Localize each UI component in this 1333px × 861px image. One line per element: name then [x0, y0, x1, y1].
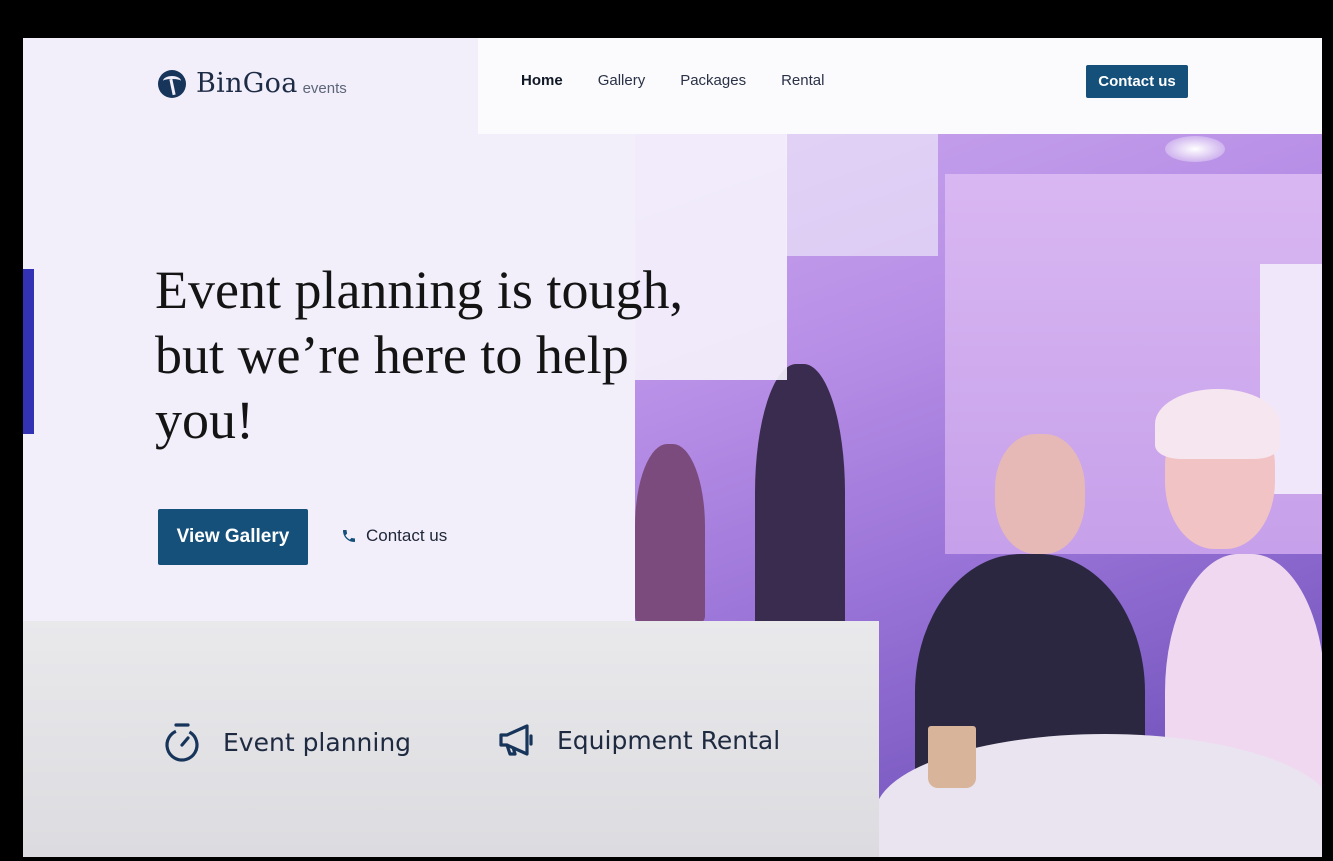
- service-event-planning[interactable]: Event planning: [163, 721, 411, 763]
- brand-logo[interactable]: BinGoa events: [158, 68, 347, 99]
- contact-us-link-label: Contact us: [366, 526, 448, 545]
- megaphone-icon: [497, 721, 535, 759]
- contact-us-link[interactable]: Contact us: [341, 526, 447, 546]
- brand-subtitle: events: [302, 79, 347, 97]
- stopwatch-icon: [163, 721, 201, 763]
- main-nav: Home Gallery Packages Rental: [521, 72, 824, 89]
- accent-bar: [23, 269, 34, 434]
- hero-headline: Event planning is tough, but we’re here …: [155, 258, 755, 453]
- service-equipment-rental[interactable]: Equipment Rental: [497, 721, 780, 759]
- nav-packages[interactable]: Packages: [680, 72, 746, 89]
- services-band: Event planning Equipment Rental: [23, 621, 879, 857]
- brand-name: BinGoa: [196, 68, 298, 99]
- phone-icon: [341, 528, 357, 544]
- service-label: Equipment Rental: [557, 725, 781, 755]
- hero-headline-line: Event planning is tough,: [155, 260, 683, 320]
- nav-rental[interactable]: Rental: [781, 72, 824, 89]
- nav-gallery[interactable]: Gallery: [598, 72, 646, 89]
- overlay-tile: [786, 134, 938, 256]
- hero-headline-line: but we’re here to help: [155, 325, 629, 385]
- contact-us-button[interactable]: Contact us: [1086, 65, 1188, 98]
- service-label: Event planning: [223, 727, 412, 757]
- nav-home[interactable]: Home: [521, 72, 563, 89]
- hero-headline-line: you!: [155, 390, 254, 450]
- view-gallery-button[interactable]: View Gallery: [158, 509, 308, 565]
- palm-tree-icon: [158, 69, 186, 98]
- landing-page: BinGoa events Home Gallery Packages Rent…: [23, 38, 1322, 857]
